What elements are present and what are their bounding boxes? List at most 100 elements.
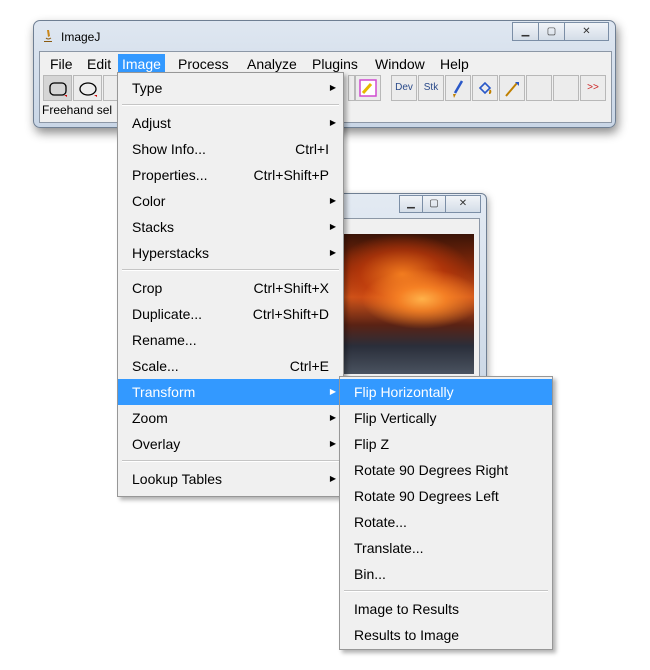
menu-item-color[interactable]: Color ▶ [118, 188, 343, 214]
menu-item-label: Properties... [132, 167, 208, 183]
menu-separator [122, 104, 339, 106]
menu-item-label: Lookup Tables [132, 471, 223, 487]
menu-item-label: Rotate 90 Degrees Right [354, 462, 509, 478]
menu-item-adjust[interactable]: Adjust ▶ [118, 110, 343, 136]
menu-item-rotate-right[interactable]: Rotate 90 Degrees Right [340, 457, 552, 483]
oval-tool[interactable] [73, 75, 102, 101]
menu-item-label: Adjust [132, 115, 171, 131]
window-title: ImageJ [61, 30, 101, 44]
brush-icon [453, 80, 464, 98]
menu-item-label: Transform [132, 384, 196, 400]
menu-item-label: Rotate... [354, 514, 407, 530]
dev-label: Dev [395, 82, 413, 93]
menu-item-shortcut: Ctrl+Shift+P [253, 167, 329, 183]
menu-item-label: Results to Image [354, 627, 460, 643]
menu-plugins[interactable]: Plugins [308, 54, 362, 74]
submenu-arrow-icon: ▶ [329, 413, 336, 422]
menu-item-rename[interactable]: Rename... [118, 327, 343, 353]
paint-bucket-icon [478, 81, 492, 95]
menu-item-bin[interactable]: Bin... [340, 561, 552, 587]
menu-image[interactable]: Image [118, 54, 165, 74]
menu-item-image-to-results[interactable]: Image to Results [340, 596, 552, 622]
menu-item-label: Color [132, 193, 166, 209]
sunset-image[interactable] [342, 234, 474, 374]
brush-tool[interactable] [445, 75, 471, 101]
menu-item-label: Flip Z [354, 436, 389, 452]
status-bar: Freehand sel [42, 103, 113, 117]
menu-bar: File Edit Image Process Analyze Plugins … [40, 52, 611, 74]
minimize-button[interactable]: ▁ [512, 22, 539, 41]
tool-separator-slot [348, 75, 355, 101]
rounded-rect-icon [48, 82, 67, 97]
menu-item-lookup-tables[interactable]: Lookup Tables ▶ [118, 466, 343, 492]
menu-item-label: Flip Horizontally [354, 384, 454, 400]
maximize-button[interactable]: ▢ [422, 195, 446, 213]
menu-item-scale[interactable]: Scale... Ctrl+E [118, 353, 343, 379]
menu-item-translate[interactable]: Translate... [340, 535, 552, 561]
submenu-arrow-icon: ▶ [329, 118, 336, 127]
menu-analyze[interactable]: Analyze [243, 54, 301, 74]
menu-item-flip-vertically[interactable]: Flip Vertically [340, 405, 552, 431]
empty-tool-slot-2 [553, 75, 579, 101]
menu-item-transform[interactable]: Transform ▶ [118, 379, 343, 405]
flood-fill-tool[interactable] [472, 75, 498, 101]
menu-item-label: Hyperstacks [132, 245, 210, 261]
main-caption-buttons: ▁ ▢ ✕ [512, 22, 609, 41]
menu-item-label: Rename... [132, 332, 197, 348]
menu-item-crop[interactable]: Crop Ctrl+Shift+X [118, 275, 343, 301]
maximize-button[interactable]: ▢ [538, 22, 565, 41]
menu-item-label: Crop [132, 280, 163, 296]
submenu-arrow-icon: ▶ [329, 248, 336, 257]
menu-edit[interactable]: Edit [83, 54, 115, 74]
menu-item-stacks[interactable]: Stacks ▶ [118, 214, 343, 240]
menu-item-label: Scale... [132, 358, 179, 374]
menu-item-hyperstacks[interactable]: Hyperstacks ▶ [118, 240, 343, 266]
close-button[interactable]: ✕ [445, 195, 481, 213]
menu-item-type[interactable]: Type ▶ [118, 75, 343, 101]
menu-window[interactable]: Window [371, 54, 429, 74]
menu-item-duplicate[interactable]: Duplicate... Ctrl+Shift+D [118, 301, 343, 327]
close-button[interactable]: ✕ [564, 22, 609, 41]
menu-item-label: Bin... [354, 566, 386, 582]
menu-file[interactable]: File [46, 54, 77, 74]
image-window-caption-buttons: ▁ ▢ ✕ [399, 195, 481, 213]
menu-item-label: Overlay [132, 436, 181, 452]
transform-submenu: Flip Horizontally Flip Vertically Flip Z… [339, 376, 553, 650]
menu-item-rotate[interactable]: Rotate... [340, 509, 552, 535]
menu-item-flip-z[interactable]: Flip Z [340, 431, 552, 457]
menu-item-overlay[interactable]: Overlay ▶ [118, 431, 343, 457]
menu-item-shortcut: Ctrl+Shift+D [252, 306, 329, 322]
minimize-button[interactable]: ▁ [399, 195, 423, 213]
menu-item-label: Rotate 90 Degrees Left [354, 488, 499, 504]
submenu-arrow-icon: ▶ [329, 439, 336, 448]
developer-menu-tool[interactable]: Dev [391, 75, 417, 101]
menu-item-label: Type [132, 80, 163, 96]
color-picker-icon [359, 79, 377, 97]
title-bar[interactable]: ImageJ ▁ ▢ ✕ [34, 21, 615, 51]
menu-item-properties[interactable]: Properties... Ctrl+Shift+P [118, 162, 343, 188]
submenu-arrow-icon: ▶ [329, 474, 336, 483]
pencil-tool[interactable] [499, 75, 525, 101]
menu-item-show-info[interactable]: Show Info... Ctrl+I [118, 136, 343, 162]
menu-item-label: Duplicate... [132, 306, 203, 322]
menu-item-shortcut: Ctrl+E [289, 358, 329, 374]
menu-item-results-to-image[interactable]: Results to Image [340, 622, 552, 648]
menu-item-label: Translate... [354, 540, 424, 556]
more-tools-button[interactable]: >> [580, 75, 606, 101]
menu-item-rotate-left[interactable]: Rotate 90 Degrees Left [340, 483, 552, 509]
submenu-arrow-icon: ▶ [329, 83, 336, 92]
submenu-arrow-icon: ▶ [329, 196, 336, 205]
stk-label: Stk [423, 82, 439, 93]
menu-item-label: Zoom [132, 410, 168, 426]
oval-icon [78, 82, 97, 97]
submenu-arrow-icon: ▶ [329, 222, 336, 231]
color-picker-tool[interactable] [355, 75, 381, 101]
menu-item-label: Show Info... [132, 141, 206, 157]
menu-item-label: Flip Vertically [354, 410, 437, 426]
rectangle-tool[interactable] [43, 75, 72, 101]
menu-item-flip-horizontally[interactable]: Flip Horizontally [340, 379, 552, 405]
menu-item-zoom[interactable]: Zoom ▶ [118, 405, 343, 431]
stack-menu-tool[interactable]: Stk [418, 75, 444, 101]
menu-help[interactable]: Help [436, 54, 473, 74]
menu-process[interactable]: Process [174, 54, 233, 74]
